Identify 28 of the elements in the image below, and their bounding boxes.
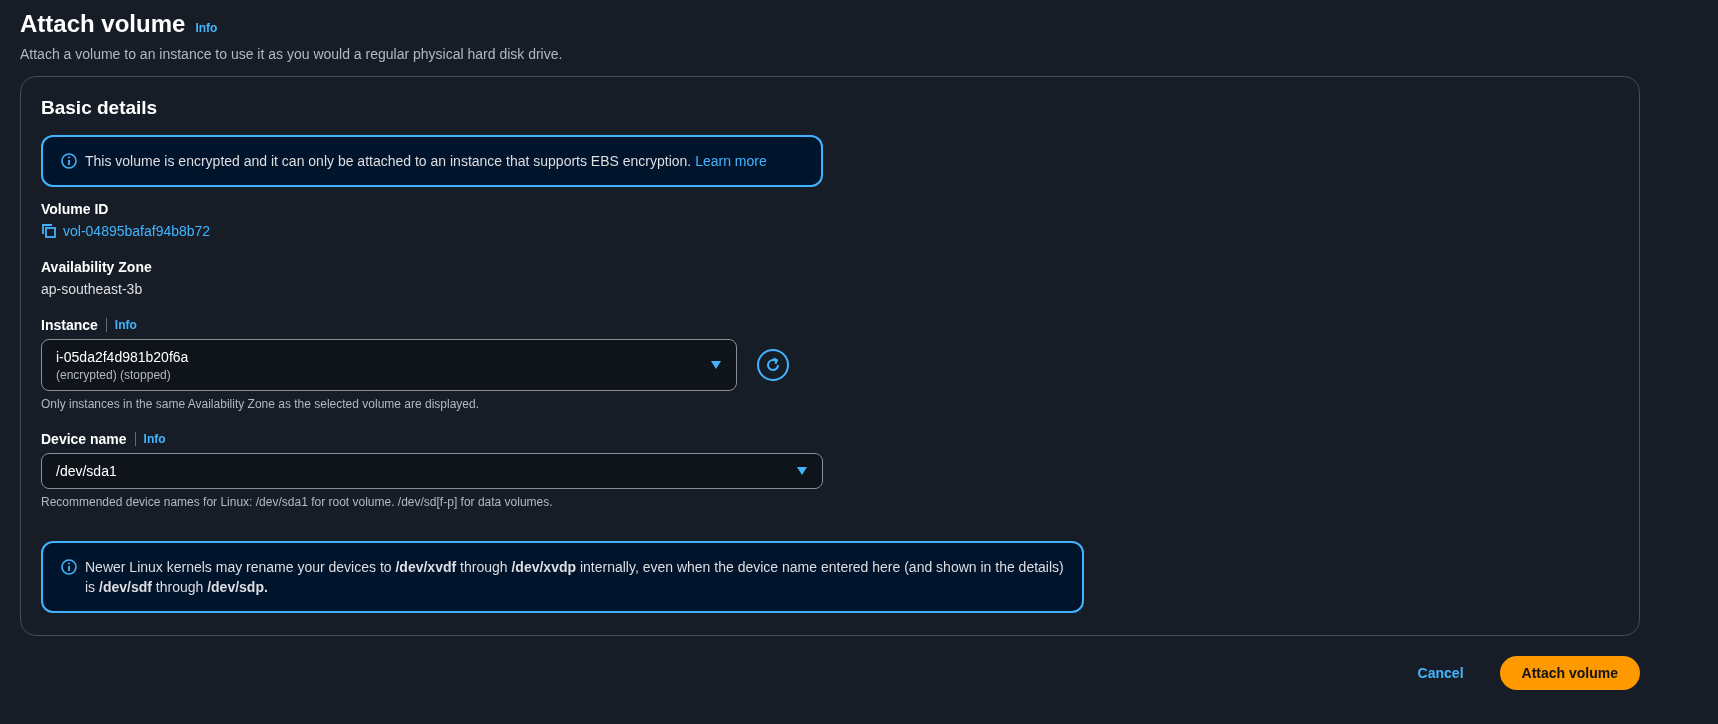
- info-icon: [61, 153, 77, 169]
- caret-icon: [796, 466, 808, 476]
- info-link[interactable]: Info: [143, 432, 166, 446]
- info-icon: [61, 559, 77, 575]
- caret-icon: [710, 360, 722, 370]
- learn-more-link[interactable]: Learn more: [695, 153, 767, 169]
- refresh-button[interactable]: [757, 349, 789, 381]
- volume-id-link[interactable]: vol-04895bafaf94b8b72: [63, 223, 211, 239]
- copy-icon[interactable]: [41, 223, 57, 239]
- alert-text: Newer Linux kernels may rename your devices to /dev/xvdf through /dev/xvdp internally, even when the device name entered here (and shown in the details) is /dev/sdf through /dev/sdp.: [85, 558, 1064, 597]
- field-label: Availability Zone: [41, 259, 152, 275]
- select-field[interactable]: i-05da2f4d981b20f6a (encrypted) (stopped): [41, 339, 737, 391]
- card-title: Basic details: [41, 97, 159, 119]
- cancel-button[interactable]: Cancel: [1417, 657, 1464, 689]
- info-link[interactable]: Info: [195, 21, 218, 35]
- field-hint: Recommended device names for Linux: /dev/sda1 for root volume. /dev/sd[f-p] for data volumes.: [41, 495, 554, 509]
- field-value: ap-southeast-3b: [41, 281, 144, 297]
- refresh-icon: [764, 356, 782, 374]
- field-label: Device name: [41, 431, 127, 447]
- info-link[interactable]: Info: [114, 318, 137, 332]
- alert-text: This volume is encrypted and it can only be attached to an instance that supports EBS encryption. Learn more: [85, 152, 767, 171]
- page-description: Attach a volume to an instance to use it as you would a regular physical hard disk drive.: [20, 46, 564, 62]
- attach-volume-button[interactable]: Attach volume: [1499, 656, 1640, 690]
- field-label: Instance: [41, 317, 98, 333]
- page-title: Attach volume: [20, 10, 186, 38]
- field-label: Volume ID: [41, 201, 109, 217]
- select-field[interactable]: /dev/sda1: [41, 453, 823, 489]
- field-hint: Only instances in the same Availability Zone as the selected volume are displayed.: [41, 397, 481, 411]
